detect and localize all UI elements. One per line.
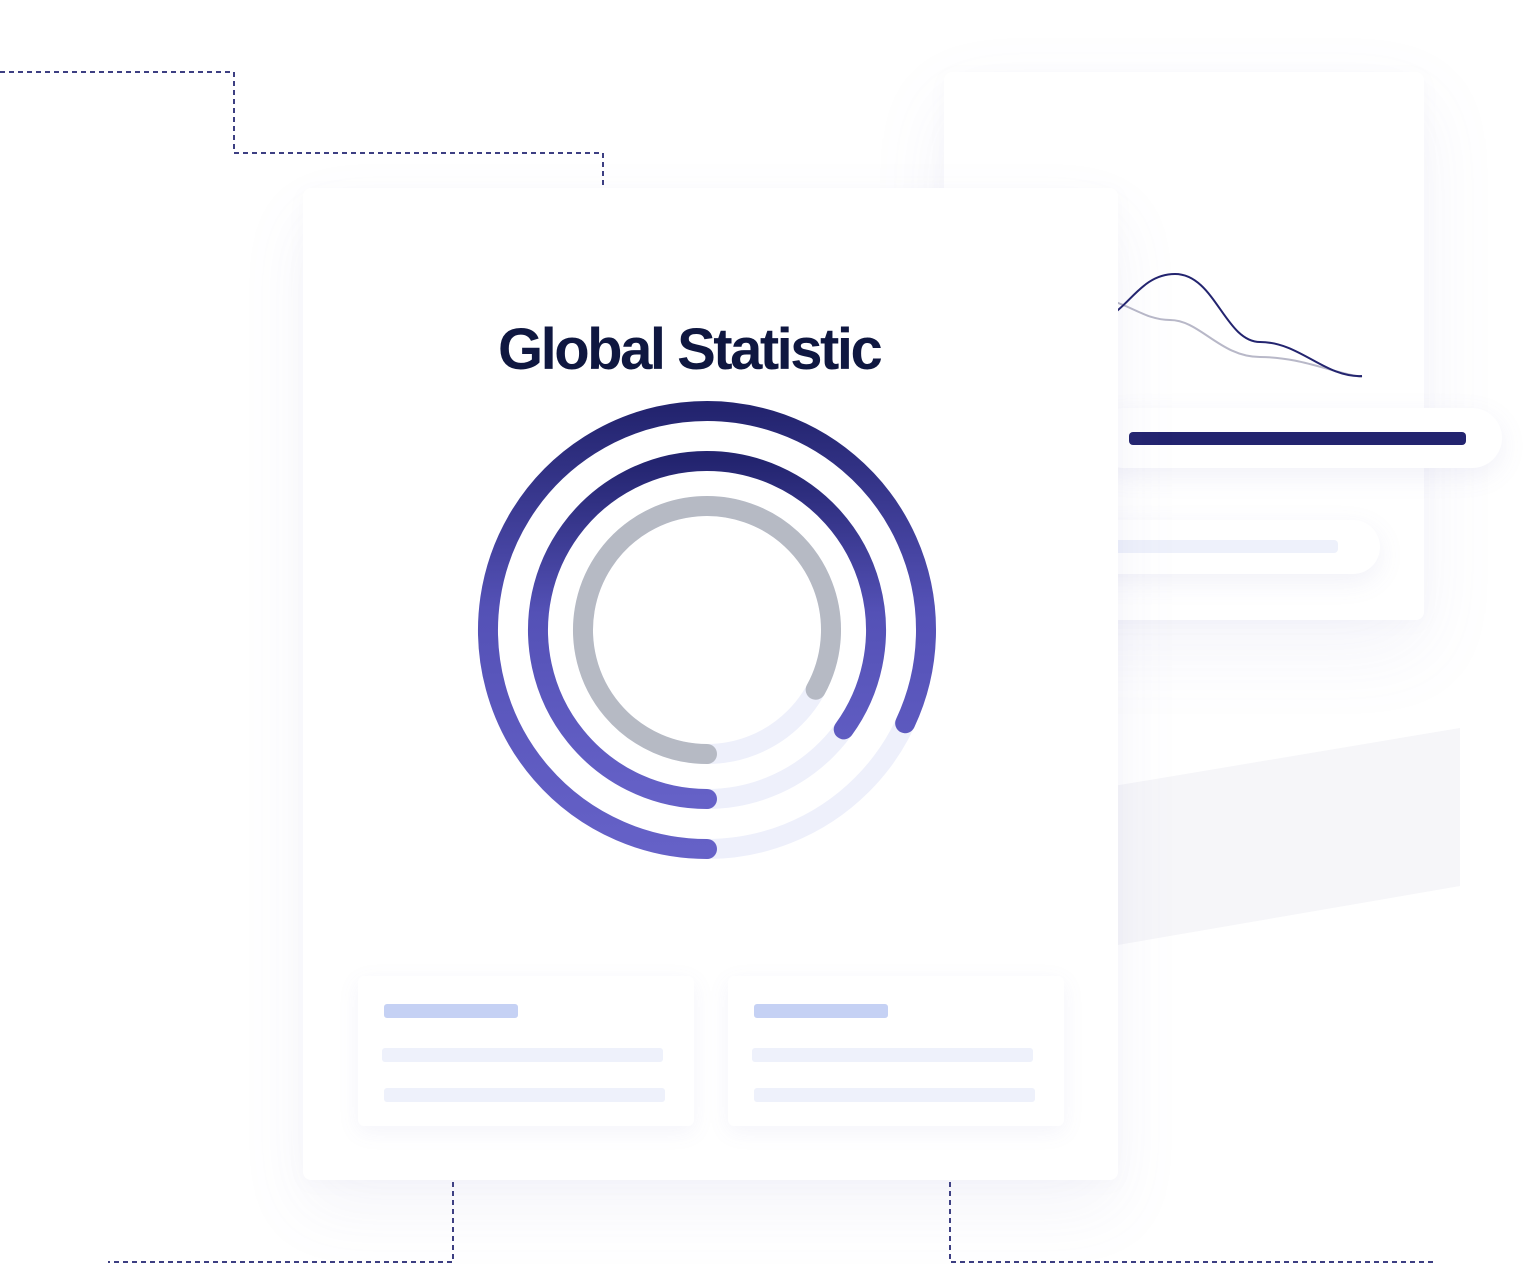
- stat-card-right-text-line-1: [752, 1048, 1033, 1062]
- stat-card-left: [358, 976, 694, 1126]
- progress-bar-primary: [1129, 432, 1466, 445]
- radial-progress-chart: [478, 401, 936, 859]
- stat-card-left-text-line-1: [382, 1048, 663, 1062]
- stat-card-left-heading-line: [384, 1004, 518, 1018]
- stat-card-left-text-line-2: [384, 1088, 665, 1102]
- stat-card-right-heading-line: [754, 1004, 888, 1018]
- stat-card-right-text-line-2: [754, 1088, 1035, 1102]
- page-title: Global Statistic: [498, 317, 883, 382]
- stat-card-right: [728, 976, 1064, 1126]
- progress-pill-primary: [1094, 408, 1502, 468]
